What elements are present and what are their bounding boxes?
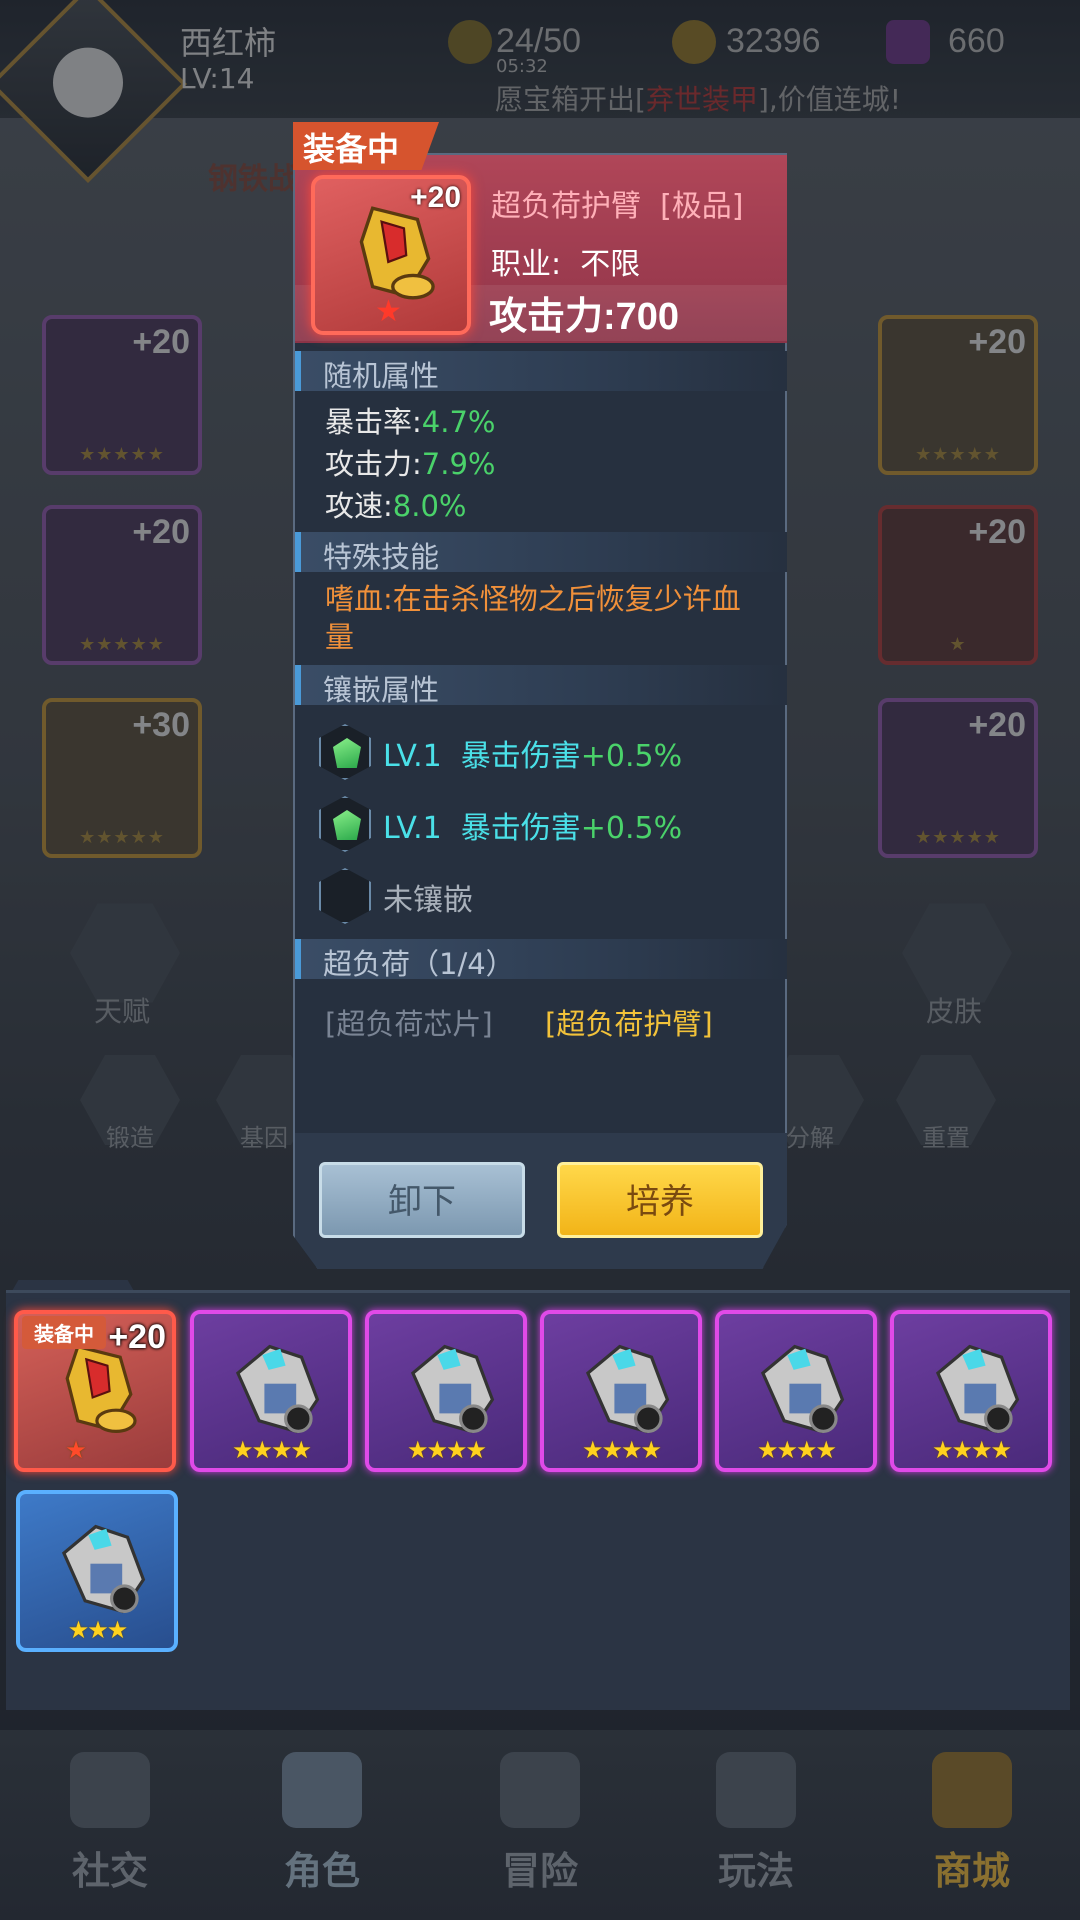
- section-random-attrs: 随机属性: [295, 351, 787, 393]
- item-main-icon: +20 ★: [311, 175, 471, 335]
- star-icon: ★: [375, 294, 402, 329]
- nav-play[interactable]: 玩法: [676, 1840, 836, 1895]
- item-plus-level: +20: [410, 181, 461, 214]
- socket-slot[interactable]: [319, 724, 371, 780]
- item-stars: ★★★★: [931, 1436, 1012, 1464]
- nav-social[interactable]: 社交: [30, 1840, 190, 1895]
- item-header: +20 ★ 超负荷护臂 [极品] 职业: 不限 攻击力:700: [295, 155, 787, 343]
- item-detail-modal: +20 ★ 超负荷护臂 [极品] 职业: 不限 攻击力:700 随机属性 暴击率…: [293, 153, 787, 1269]
- item-plus-level: +20: [108, 1318, 166, 1356]
- item-stars: ★★★★: [756, 1436, 837, 1464]
- item-stars: ★: [65, 1436, 87, 1464]
- arm-cannon-icon: [410, 1344, 495, 1434]
- train-button[interactable]: 培养: [557, 1162, 763, 1238]
- adventure-map-pin-icon[interactable]: [500, 1752, 580, 1828]
- item-attack: 攻击力:700: [489, 296, 680, 338]
- inventory-item[interactable]: ★★★★: [715, 1310, 877, 1472]
- modal-footer: 卸下 培养: [295, 1133, 787, 1269]
- set-piece-missing: [超负荷芯片]: [325, 1007, 493, 1041]
- equipped-tag: 装备中: [22, 1316, 106, 1349]
- section-special-skill: 特殊技能: [295, 532, 787, 574]
- unequip-button[interactable]: 卸下: [319, 1162, 525, 1238]
- inventory-item[interactable]: ★★★★: [540, 1310, 702, 1472]
- set-piece-owned: [超负荷护臂]: [545, 1007, 713, 1041]
- attr-crit-rate: 暴击率:4.7%: [325, 405, 496, 439]
- section-socket-attrs: 镶嵌属性: [295, 665, 787, 707]
- item-stars: ★★★★: [581, 1436, 662, 1464]
- green-gem-icon: [333, 810, 361, 840]
- inventory-item[interactable]: ★★★★: [890, 1310, 1052, 1472]
- gamepad-icon[interactable]: [716, 1752, 796, 1828]
- arm-cannon-icon: [61, 1524, 146, 1614]
- nav-shop[interactable]: 商城: [892, 1840, 1052, 1895]
- item-stars: ★★★: [67, 1616, 129, 1644]
- social-icon[interactable]: [70, 1752, 150, 1828]
- arm-cannon-icon: [235, 1344, 320, 1434]
- empty-socket-label: 未镶嵌: [383, 883, 473, 918]
- attr-attack-speed: 攻速:8.0%: [325, 489, 467, 523]
- socket-slot[interactable]: [319, 796, 371, 852]
- arm-cannon-icon: [585, 1344, 670, 1434]
- item-stars: ★★★★: [231, 1436, 312, 1464]
- shop-cart-icon[interactable]: [932, 1752, 1012, 1828]
- socket-attr: LV.1 暴击伤害+0.5%: [383, 739, 683, 774]
- skill-description: 嗜血:在击杀怪物之后恢复少许血量: [325, 582, 741, 654]
- arm-cannon-icon: [935, 1344, 1020, 1434]
- nav-character[interactable]: 角色: [242, 1840, 402, 1895]
- arm-cannon-icon: [760, 1344, 845, 1434]
- socket-attr: LV.1 暴击伤害+0.5%: [383, 811, 683, 846]
- attr-attack: 攻击力:7.9%: [325, 447, 496, 481]
- item-class: 职业: 不限: [491, 247, 641, 282]
- item-name: 超负荷护臂 [极品]: [491, 189, 744, 224]
- inventory-item[interactable]: ★★★★: [365, 1310, 527, 1472]
- inventory-item-equipped[interactable]: 装备中 +20 ★: [14, 1310, 176, 1472]
- green-gem-icon: [333, 738, 361, 768]
- inventory-item[interactable]: ★★★★: [190, 1310, 352, 1472]
- nav-adventure[interactable]: 冒险: [460, 1840, 620, 1895]
- inventory-item[interactable]: ★★★: [16, 1490, 178, 1652]
- item-stars: ★★★★: [406, 1436, 487, 1464]
- equipped-badge: 装备中: [293, 122, 439, 170]
- section-set: 超负荷（1/4）: [295, 939, 787, 981]
- socket-slot-empty[interactable]: [319, 868, 371, 924]
- character-helmet-icon[interactable]: [282, 1752, 362, 1828]
